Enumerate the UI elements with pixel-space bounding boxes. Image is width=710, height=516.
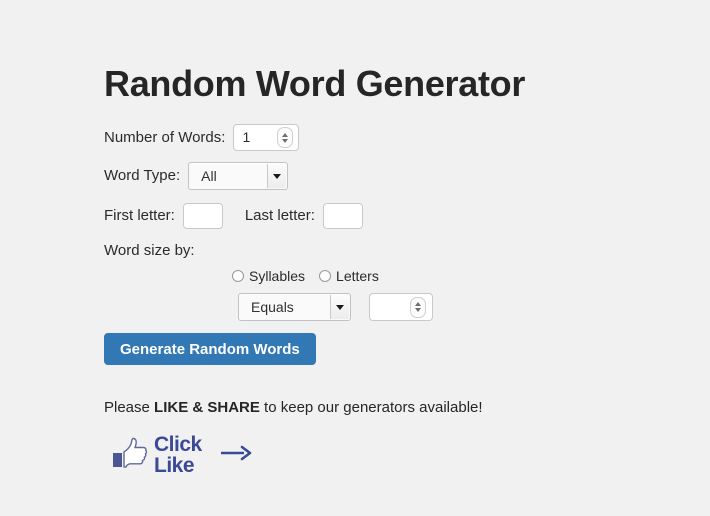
word-size-by-label: Word size by: — [104, 242, 195, 259]
chevron-up-icon[interactable] — [282, 132, 289, 137]
radio-letters-dot[interactable] — [319, 270, 332, 282]
chevron-up-icon[interactable] — [415, 302, 421, 306]
comparison-dropdown-button[interactable] — [330, 295, 349, 319]
number-of-words-stepper[interactable] — [233, 124, 300, 151]
generate-random-words-button[interactable]: Generate Random Words — [104, 333, 316, 365]
number-of-words-spinner[interactable] — [277, 127, 294, 148]
radio-letters[interactable]: Letters — [319, 268, 379, 284]
click-like-text: Click Like — [154, 434, 202, 476]
click-like-line1: Click — [154, 433, 202, 456]
radio-letters-label: Letters — [336, 268, 379, 284]
arrow-right-icon — [220, 444, 252, 467]
word-size-amount-input[interactable] — [370, 293, 410, 321]
click-like-line2: Like — [154, 454, 195, 477]
comparison-selected-value: Equals — [251, 299, 294, 315]
comparison-select[interactable]: Equals — [238, 293, 351, 321]
number-of-words-row: Number of Words: — [104, 124, 300, 151]
share-suffix: to keep our generators available! — [259, 399, 483, 416]
word-type-select[interactable]: All — [188, 162, 289, 190]
word-size-by-row: Word size by: — [104, 241, 195, 261]
radio-syllables-label: Syllables — [249, 268, 306, 284]
click-like-badge[interactable]: Click Like — [110, 428, 260, 482]
chevron-down-icon[interactable] — [282, 138, 289, 143]
page-root: Random Word Generator Number of Words: W… — [0, 0, 710, 516]
word-type-row: Word Type: All — [104, 162, 289, 190]
caret-down-icon — [336, 304, 344, 310]
last-letter-input[interactable] — [322, 203, 363, 229]
letters-row: First letter: Last letter: — [104, 203, 363, 229]
share-message: Please LIKE & SHARE to keep our generato… — [104, 398, 483, 418]
word-size-comparison-row: Equals — [238, 293, 433, 321]
word-type-selected-value: All — [201, 168, 217, 184]
thumbs-up-icon — [110, 433, 150, 478]
share-emphasis: LIKE & SHARE — [154, 399, 260, 416]
word-type-label: Word Type: — [104, 167, 181, 184]
share-prefix: Please — [104, 399, 155, 416]
first-letter-input[interactable] — [182, 203, 223, 229]
word-type-dropdown-button[interactable] — [267, 164, 287, 188]
number-of-words-input[interactable] — [234, 124, 278, 151]
first-letter-label: First letter: — [104, 207, 175, 224]
number-of-words-label: Number of Words: — [104, 128, 226, 146]
last-letter-label: Last letter: — [244, 207, 315, 224]
word-size-amount-stepper[interactable] — [369, 293, 433, 321]
word-size-amount-spinner[interactable] — [410, 296, 426, 318]
radio-syllables[interactable]: Syllables — [232, 268, 305, 284]
chevron-down-icon[interactable] — [415, 308, 421, 312]
word-size-radio-group: Syllables Letters — [232, 268, 393, 284]
radio-syllables-dot[interactable] — [232, 270, 244, 282]
page-title: Random Word Generator — [104, 63, 526, 104]
caret-down-icon — [273, 173, 282, 179]
